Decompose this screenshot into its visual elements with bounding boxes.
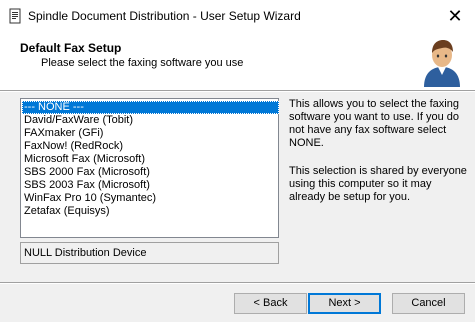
fax-software-list[interactable]: --- NONE --- David/FaxWare (Tobit) FAXma… [20, 98, 279, 238]
list-item[interactable]: --- NONE --- [22, 101, 279, 114]
help-text-selection: This allows you to select the faxing sof… [289, 98, 459, 149]
cancel-button[interactable]: Cancel [392, 293, 465, 314]
footer-divider [0, 282, 475, 284]
page-subtitle: Please select the faxing software you us… [41, 57, 244, 69]
close-button[interactable]: ✕ [438, 2, 472, 30]
header-divider [0, 90, 475, 92]
wizard-header: Default Fax Setup Please select the faxi… [0, 31, 475, 90]
window-title: Spindle Document Distribution - User Set… [28, 9, 301, 23]
list-item[interactable]: FAXmaker (GFi) [22, 127, 279, 140]
page-title: Default Fax Setup [20, 41, 122, 55]
list-item[interactable]: Microsoft Fax (Microsoft) [22, 153, 279, 166]
list-item[interactable]: David/FaxWare (Tobit) [22, 114, 279, 127]
device-description-box: NULL Distribution Device [20, 242, 279, 264]
next-button[interactable]: Next > [308, 293, 381, 314]
list-item[interactable]: SBS 2000 Fax (Microsoft) [22, 166, 279, 179]
list-item[interactable]: SBS 2003 Fax (Microsoft) [22, 179, 279, 192]
help-text-shared: This selection is shared by everyone usi… [289, 165, 467, 203]
document-icon [9, 8, 21, 24]
device-description: NULL Distribution Device [24, 247, 147, 259]
list-item[interactable]: FaxNow! (RedRock) [22, 140, 279, 153]
list-item[interactable]: WinFax Pro 10 (Symantec) [22, 192, 279, 205]
back-button[interactable]: < Back [234, 293, 307, 314]
user-icon [424, 40, 460, 87]
title-bar: Spindle Document Distribution - User Set… [0, 0, 475, 31]
list-item[interactable]: Zetafax (Equisys) [22, 205, 279, 218]
